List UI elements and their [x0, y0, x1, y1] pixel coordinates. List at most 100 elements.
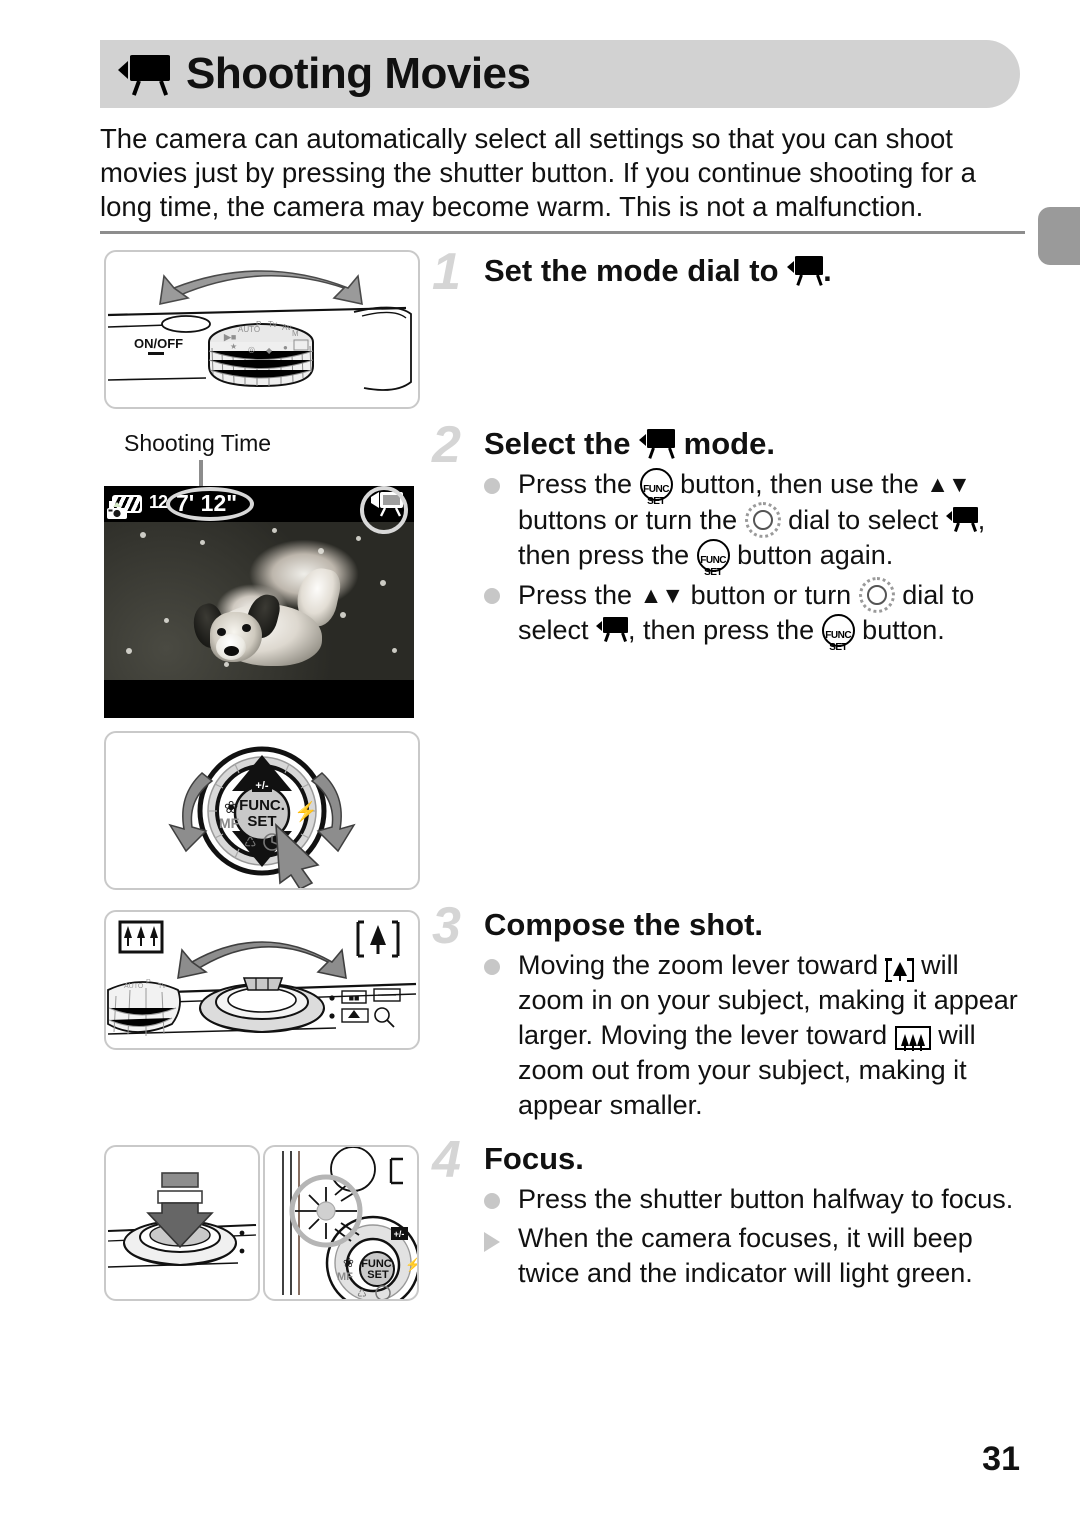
svg-text:Av: Av — [282, 323, 291, 332]
func-set-button-icon: FUNC SET — [821, 614, 855, 653]
svg-text:❀: ❀ — [343, 1255, 354, 1270]
lcd-bottom-letterbox — [104, 680, 414, 718]
step-1-heading: 1 Set the mode dial to . — [432, 246, 1022, 298]
step-2-heading-text-after: mode. — [675, 426, 775, 461]
svg-text:Tv: Tv — [158, 983, 166, 990]
step-3-heading-text: Compose the shot. — [484, 907, 764, 942]
lcd-live-view-photo — [104, 522, 414, 680]
svg-text:⚡: ⚡ — [294, 800, 318, 823]
bullet-dot-icon — [484, 1193, 500, 1209]
control-dial-icon — [858, 577, 895, 613]
figure-func-set-dial: FUNC. SET +/- ❀ MF ⚡ ♺ — [104, 731, 420, 890]
svg-text:P: P — [256, 320, 261, 329]
step-4-bullet-1: Press the shutter button halfway to focu… — [484, 1182, 1022, 1217]
up-down-buttons-icon: ▲▼ — [639, 582, 685, 608]
step-1: 1 Set the mode dial to . — [432, 246, 1022, 298]
movie-mode-icon — [639, 428, 676, 459]
svg-text:MF: MF — [219, 815, 240, 831]
s2b2-part-1: Press the — [518, 580, 640, 610]
section-divider — [100, 231, 1025, 234]
zoom-lever-drawing: AUTOP Tv ■■ — [107, 920, 417, 1036]
s2b1-part-4: dial to select — [780, 505, 946, 535]
bullet-dot-icon — [484, 478, 500, 494]
s2b2-part-2: button or turn — [683, 580, 859, 610]
step-3-number: 3 — [432, 897, 461, 955]
figure-shutter-press — [104, 1145, 260, 1301]
step-4-number: 4 — [432, 1131, 461, 1189]
step-2-bullet-2: Press the ▲▼ button or turn dial to sele… — [484, 577, 1022, 653]
page-edge-tab — [1038, 207, 1080, 265]
step-2-number: 2 — [432, 416, 461, 474]
step-3: 3 Compose the shot. Moving the zoom leve… — [432, 900, 1022, 1123]
s4b1-text: Press the shutter button halfway to focu… — [518, 1184, 1014, 1214]
func-set-button-icon: FUNC SET — [696, 539, 730, 578]
step-4: 4 Focus. Press the shutter button halfwa… — [432, 1134, 1022, 1291]
svg-text:+/-: +/- — [394, 1229, 405, 1239]
s2b1-part-1: Press the — [518, 469, 640, 499]
step-2-heading: 2 Select the mode. — [432, 419, 1022, 471]
shooting-time-callout-label: Shooting Time — [124, 430, 272, 456]
step-2-body: Press the FUNC SET button, then use the ▲… — [432, 467, 1022, 653]
page-title: Shooting Movies — [186, 49, 531, 98]
svg-text:◎: ◎ — [248, 345, 255, 354]
svg-text:▶■: ▶■ — [223, 332, 236, 342]
s2b1-part-6: button again. — [729, 540, 894, 570]
svg-text:◆: ◆ — [266, 346, 273, 355]
step-3-heading: 3 Compose the shot. — [432, 900, 1022, 952]
movie-mode-icon — [596, 616, 629, 643]
indicator-lamp-drawing: FUNC. SET ❀ MF ⚡ ♺ +/- — [282, 1147, 417, 1299]
step-1-heading-text-before: Set the mode dial to — [484, 253, 788, 288]
step-2-heading-text-before: Select the — [484, 426, 640, 461]
movie-mode-icon — [118, 53, 170, 96]
step-2: 2 Select the mode. Press the FUNC SET but… — [432, 419, 1022, 653]
still-camera-icon — [106, 502, 128, 520]
dog-subject — [188, 564, 344, 672]
figure-mode-dial: ON/OFF ▶■ AUTO P Tv Av M ★ ◎ ◆ ● — [104, 250, 420, 409]
wide-angle-icon — [894, 1026, 931, 1051]
svg-text:P: P — [146, 979, 151, 986]
step-1-heading-text-after: . — [823, 253, 832, 288]
figure-indicator-lamp: FUNC. SET ❀ MF ⚡ ♺ +/- — [263, 1145, 419, 1301]
s2b2-part-5: button. — [854, 615, 945, 645]
s2b1-part-2: button, then use the — [672, 469, 927, 499]
step-1-number: 1 — [432, 243, 461, 301]
shutter-press-drawing — [107, 1172, 257, 1268]
s2b1-part-3: buttons or turn the — [518, 505, 745, 535]
svg-text:■■: ■■ — [349, 993, 360, 1003]
s3b1-part-1: Moving the zoom lever toward — [518, 950, 886, 980]
step-3-bullet-1: Moving the zoom lever toward will zoom i… — [484, 948, 1022, 1123]
step-4-heading: 4 Focus. — [432, 1134, 1022, 1186]
func-label-top: FUNC. — [239, 797, 285, 814]
svg-text:♺: ♺ — [357, 1288, 367, 1299]
movie-mode-icon — [945, 506, 978, 533]
step-3-body: Moving the zoom lever toward will zoom i… — [432, 948, 1022, 1123]
func-set-button-icon: FUNC SET — [639, 468, 673, 507]
figure-zoom-lever: AUTO P Tv ■■ — [104, 910, 420, 1050]
control-dial-icon — [744, 502, 781, 538]
movie-mode-icon — [787, 255, 824, 286]
svg-text:+/-: +/- — [255, 780, 268, 792]
step-4-bullet-2: When the camera focuses, it will beep tw… — [484, 1221, 1022, 1291]
step-4-body: Press the shutter button halfway to focu… — [432, 1182, 1022, 1291]
svg-text:★: ★ — [230, 342, 237, 351]
bullet-dot-icon — [484, 959, 500, 975]
shots-remaining-value: 12 — [149, 492, 168, 512]
func-label-bottom: SET — [247, 813, 276, 830]
step-4-heading-text: Focus. — [484, 1141, 584, 1176]
up-down-buttons-icon: ▲▼ — [926, 471, 971, 497]
page-header-bar: Shooting Movies — [100, 40, 1020, 108]
s4b2-text: When the camera focuses, it will beep tw… — [518, 1223, 973, 1288]
mode-dial-drawing: ON/OFF ▶■ AUTO P Tv Av M ★ ◎ ◆ ● — [107, 270, 412, 391]
s2b2-part-4: , then press the — [628, 615, 822, 645]
func-set-dial-drawing: FUNC. SET +/- ❀ MF ⚡ ♺ — [168, 746, 356, 888]
bullet-triangle-icon — [484, 1232, 500, 1252]
page-number: 31 — [982, 1440, 1020, 1478]
intro-paragraph: The camera can automatically select all … — [100, 123, 976, 222]
movie-mode-callout-ring — [360, 486, 408, 534]
svg-text:Tv: Tv — [268, 320, 277, 329]
svg-text:M: M — [292, 329, 299, 338]
svg-text:MF: MF — [337, 1271, 353, 1283]
bullet-dot-icon — [484, 588, 500, 604]
svg-text:⚡: ⚡ — [405, 1257, 417, 1273]
step-2-bullet-1: Press the FUNC SET button, then use the ▲… — [484, 467, 1022, 578]
